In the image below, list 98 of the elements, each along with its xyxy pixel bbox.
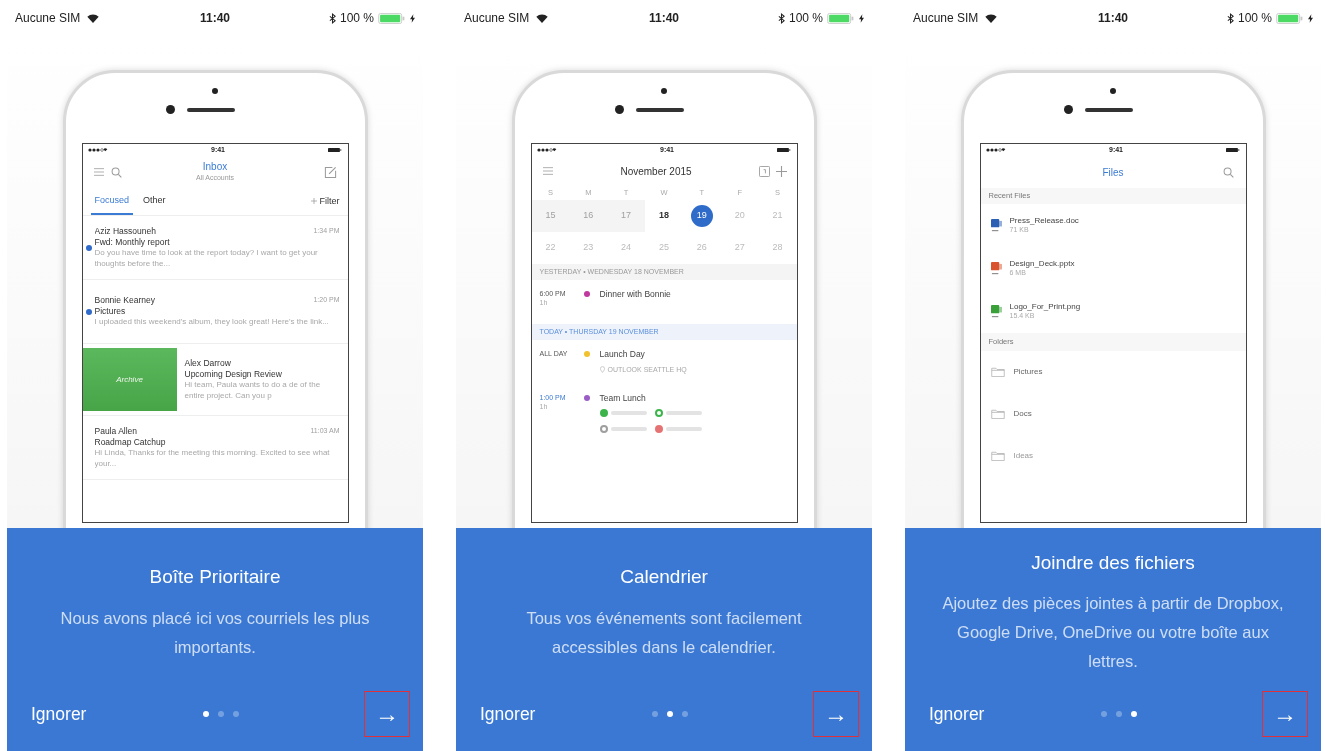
attendee-chip — [654, 424, 702, 433]
message-subject: Upcoming Design Review — [184, 369, 283, 381]
folder-icon — [990, 367, 1005, 377]
carrier-label: Aucune SIM — [913, 10, 979, 27]
bluetooth-icon — [1226, 12, 1234, 24]
calendar-date[interactable]: 19 — [690, 205, 713, 227]
folder-name: Pictures — [1013, 366, 1043, 378]
sender-name: Aziz Hassouneh — [94, 226, 156, 238]
search-icon[interactable] — [1222, 167, 1234, 178]
attendee-chip — [599, 408, 647, 417]
event-title: Dinner with Bonnie — [599, 290, 671, 299]
card-title: Boîte Prioritaire — [149, 565, 281, 590]
card-title: Calendrier — [620, 565, 708, 590]
skip-button[interactable]: Ignorer — [929, 700, 1009, 728]
card-title: Joindre des fichiers — [1031, 550, 1195, 575]
add-icon[interactable] — [775, 165, 787, 177]
camera-lens — [1063, 105, 1073, 114]
calendar-date[interactable]: 18 — [653, 205, 675, 227]
camera-lens — [165, 105, 175, 114]
search-icon[interactable] — [110, 166, 122, 178]
mail-tab[interactable]: Focused — [90, 193, 134, 215]
archive-action[interactable]: Archive — [82, 348, 177, 411]
card-description: Ajoutez des pièces jointes à partir de Dropbox, Google Drive, OneDrive ou votre boîte aux lettres. — [941, 593, 1285, 673]
file-name: Press_Release.doc — [1009, 216, 1079, 227]
compose-icon[interactable] — [324, 165, 338, 179]
folder-name: Ideas — [1013, 450, 1034, 462]
signal-icon — [87, 147, 108, 153]
screen-title: Files — [1102, 165, 1124, 180]
sender-name: Bonnie Kearney — [94, 295, 155, 307]
signal-icon — [536, 147, 557, 153]
mail-tab[interactable]: Other — [139, 193, 170, 215]
card-description: Tous vos événements sont facilement accessibles dans le calendrier. — [525, 607, 803, 658]
event-title: Team Lunch — [599, 394, 647, 403]
wifi-icon — [984, 12, 999, 24]
file-name: Design_Deck.pptx — [1009, 259, 1075, 270]
carrier-label: Aucune SIM — [15, 10, 81, 27]
status-time: 11:40 — [647, 10, 680, 27]
message-row[interactable]: Archive Alex Darrow Upcoming Design Review Hi team, Paula wants to do a de of the entire project. Can you p — [82, 344, 348, 416]
next-button[interactable]: → — [364, 691, 410, 737]
filter-button[interactable]: Filter — [310, 194, 340, 215]
sender-name: Alex Darrow — [184, 358, 231, 370]
camera-lens — [614, 105, 624, 114]
charging-icon — [410, 13, 415, 23]
front-camera — [661, 88, 667, 94]
menu-icon[interactable] — [541, 166, 554, 176]
battery-icon — [1276, 12, 1304, 24]
folder-icon — [990, 451, 1005, 461]
skip-button[interactable]: Ignorer — [480, 700, 560, 728]
message-preview: Hi Linda, Thanks for the meeting this morning. Excited to see what your... — [94, 448, 331, 469]
event-title: Launch Day — [599, 350, 646, 359]
carrier-label: Aucune SIM — [464, 10, 530, 27]
charging-icon — [1308, 13, 1313, 23]
message-preview: I uploaded this weekend's album, they look great! Here's the link... — [94, 317, 330, 328]
wifi-icon — [535, 12, 550, 24]
attendee-chip — [654, 408, 702, 417]
menu-icon[interactable] — [92, 167, 105, 177]
screen-title: Inbox — [202, 161, 228, 174]
signal-icon — [985, 147, 1006, 153]
battery-icon — [777, 147, 792, 153]
folder-row[interactable]: Docs — [980, 393, 1246, 435]
screen-title: November 2015 — [620, 164, 692, 179]
battery-percent: 100 % — [788, 10, 823, 27]
bluetooth-icon — [328, 12, 336, 24]
calendar-icon[interactable] — [758, 165, 770, 177]
battery-percent: 100 % — [1237, 10, 1272, 27]
message-subject: Pictures — [94, 306, 127, 318]
speaker-grille — [186, 107, 235, 112]
battery-icon — [378, 12, 406, 24]
speaker-grille — [1084, 107, 1133, 112]
plus-icon — [310, 198, 317, 205]
speaker-grille — [635, 107, 684, 112]
bluetooth-icon — [777, 12, 785, 24]
wifi-icon — [86, 12, 101, 24]
message-subject: Fwd: Monthly report — [94, 237, 171, 249]
folder-name: Docs — [1013, 408, 1032, 420]
front-camera — [1110, 88, 1116, 94]
message-subject: Roadmap Catchup — [94, 437, 167, 449]
status-time: 11:40 — [1096, 10, 1129, 27]
sender-name: Paula Allen — [94, 426, 138, 438]
card-description: Nous avons placé ici vos courriels les plus importants. — [59, 607, 371, 658]
status-time: 11:40 — [198, 10, 231, 27]
attendee-chip — [599, 424, 647, 433]
battery-percent: 100 % — [339, 10, 374, 27]
battery-icon — [328, 147, 343, 153]
folder-icon — [990, 409, 1005, 419]
next-button[interactable]: → — [813, 691, 859, 737]
folder-row[interactable]: Ideas — [980, 435, 1246, 477]
message-preview: Hi team, Paula wants to do a de of the entire project. Can you p — [184, 380, 322, 401]
battery-icon — [1226, 147, 1241, 153]
location-pin-icon — [599, 366, 605, 374]
message-preview: Do you have time to look at the report today? I want to get your thoughts before the... — [94, 248, 319, 269]
front-camera — [212, 88, 218, 94]
file-name: Logo_For_Print.png — [1009, 302, 1081, 313]
folder-row[interactable]: Pictures — [980, 351, 1246, 393]
charging-icon — [859, 13, 864, 23]
next-button[interactable]: → — [1262, 691, 1308, 737]
battery-icon — [827, 12, 855, 24]
skip-button[interactable]: Ignorer — [31, 700, 111, 728]
